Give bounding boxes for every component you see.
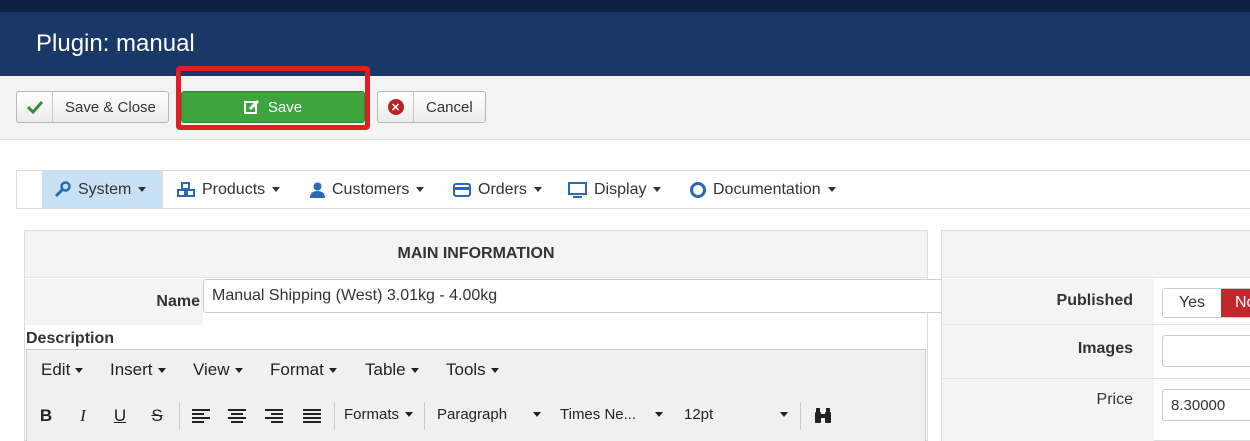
font-size-select[interactable]: 12pt [684,406,788,423]
price-row: Price [942,379,1250,441]
menu-display[interactable]: Display [556,171,673,208]
align-center-icon[interactable] [227,406,247,426]
editor-menu-insert[interactable]: Insert [110,360,166,380]
images-row: Images [942,325,1250,379]
published-row: Published Yes No [942,279,1250,325]
name-row: Name [25,279,943,325]
rich-text-editor: Edit Insert View Format Table Tools B I … [26,349,926,441]
wrench-icon [54,181,71,198]
price-input[interactable] [1162,389,1250,421]
name-label: Name [156,293,200,310]
italic-button[interactable]: I [73,406,93,426]
side-settings-panel: Published Yes No Images Price [941,230,1250,441]
menu-orders-label: Orders [478,180,527,198]
bold-button[interactable]: B [36,406,56,426]
published-toggle: Yes No [1162,288,1250,318]
action-toolbar: Save & Close Save ✕ Cancel [0,76,1250,140]
underline-button[interactable]: U [110,406,130,426]
cancel-button[interactable]: ✕ Cancel [377,91,486,123]
menu-customers[interactable]: Customers [298,171,436,208]
component-menubar: System Products Customers Orders Display… [16,170,1250,209]
description-label: Description [26,330,115,347]
menu-documentation-label: Documentation [713,180,821,198]
menu-system[interactable]: System [42,171,163,208]
editor-format-toolbar: B I U S Formats Paragraph Times Ne... 12… [27,396,925,436]
menu-system-label: System [78,180,132,198]
published-label: Published [1056,292,1133,309]
cancel-icon: ✕ [378,92,414,122]
menu-orders[interactable]: Orders [441,171,554,208]
editor-toolbar-row3 [27,436,925,441]
editor-menu-tools[interactable]: Tools [446,360,499,380]
page-title: Plugin: manual [36,30,195,57]
align-justify-icon[interactable] [302,406,322,426]
menu-products-label: Products [202,180,266,198]
name-input[interactable] [203,279,943,313]
menu-display-label: Display [594,180,647,198]
edit-icon [243,99,260,115]
published-no-button[interactable]: No [1221,289,1250,317]
checkmark-icon [17,92,53,122]
main-information-heading: MAIN INFORMATION [25,231,927,278]
cubes-icon [177,182,195,197]
menu-documentation[interactable]: Documentation [678,171,848,208]
side-panel-heading [942,231,1250,278]
cancel-label: Cancel [426,98,473,116]
lifebuoy-icon [690,181,706,198]
formats-dropdown[interactable]: Formats [344,406,414,423]
images-label: Images [1077,340,1133,357]
published-yes-button[interactable]: Yes [1163,289,1221,317]
page-header: Plugin: manual [0,12,1250,76]
main-information-panel: MAIN INFORMATION Name Description Edit I… [24,230,943,441]
save-close-button[interactable]: Save & Close [16,91,169,123]
block-format-select[interactable]: Paragraph [437,406,541,423]
user-icon [310,182,325,198]
images-input[interactable] [1162,335,1250,367]
align-left-icon[interactable] [191,406,211,426]
save-close-label: Save & Close [65,98,156,116]
editor-menu-table[interactable]: Table [365,360,419,380]
menu-products[interactable]: Products [165,171,292,208]
find-replace-icon[interactable] [813,406,833,426]
credit-card-icon [453,182,471,197]
monitor-icon [568,181,587,198]
editor-menu-edit[interactable]: Edit [41,360,84,380]
font-family-select[interactable]: Times Ne... [560,406,663,423]
browser-top-strip [0,0,1250,12]
editor-menu-view[interactable]: View [193,360,243,380]
save-label: Save [267,98,303,116]
strikethrough-button[interactable]: S [147,406,167,426]
price-label: Price [1096,391,1133,408]
save-button[interactable]: Save [181,91,365,123]
menu-customers-label: Customers [332,180,410,198]
align-right-icon[interactable] [264,406,284,426]
editor-menu-format[interactable]: Format [270,360,337,380]
